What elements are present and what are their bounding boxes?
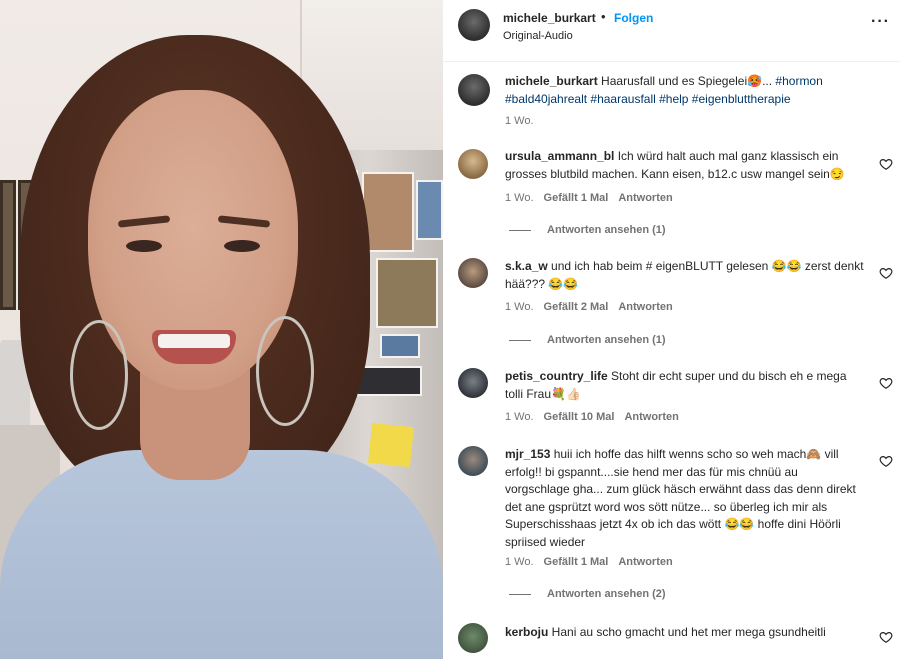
comment-time[interactable]: 1 Wo.	[505, 556, 534, 568]
comment-likes[interactable]: Gefällt 2 Mal	[544, 301, 609, 313]
comment-text: mjr_153 huii ich hoffe das hilft wenns s…	[505, 446, 865, 551]
comment-meta: 1 Wo. Gefällt 1 Mal Antworten	[505, 192, 683, 204]
comment-text: kerboju Hani au scho gmacht und het mer …	[505, 624, 865, 642]
view-replies-label: Antworten ansehen (1)	[547, 334, 666, 346]
view-replies-label: Antworten ansehen (1)	[547, 224, 666, 236]
heart-icon[interactable]	[879, 157, 893, 171]
earring	[256, 316, 314, 426]
comment-avatar[interactable]	[458, 149, 488, 179]
replies-line	[509, 339, 531, 341]
view-replies-label: Antworten ansehen (2)	[547, 588, 666, 600]
reply-button[interactable]: Antworten	[624, 411, 678, 423]
separator-dot: •	[601, 9, 606, 24]
caption-time[interactable]: 1 Wo.	[505, 115, 534, 127]
reply-button[interactable]: Antworten	[618, 301, 672, 313]
earring	[70, 320, 128, 430]
comment-time[interactable]: 1 Wo.	[505, 192, 534, 204]
heart-icon[interactable]	[879, 376, 893, 390]
comment-username[interactable]: s.k.a_w	[505, 259, 548, 273]
caption-body: Haarusfall und es Spiegelei🥵...	[597, 74, 776, 88]
brow	[117, 215, 171, 228]
reply-button[interactable]: Antworten	[618, 556, 672, 568]
eye	[126, 240, 162, 252]
comment-body: und ich hab beim # eigenBLUTT gelesen 😂😂…	[505, 259, 864, 291]
comment-avatar[interactable]	[458, 258, 488, 288]
view-replies-button[interactable]: Antworten ansehen (1)	[509, 224, 666, 236]
reply-button[interactable]: Antworten	[618, 192, 672, 204]
mouth	[152, 330, 236, 364]
fridge-photo	[356, 366, 422, 396]
comment-time[interactable]: 1 Wo.	[505, 301, 534, 313]
video-picture-frame	[0, 180, 16, 310]
fridge-photo	[380, 334, 420, 358]
caption-text: michele_burkart Haarusfall und es Spiege…	[505, 73, 865, 108]
comment-username[interactable]: ursula_ammann_bl	[505, 149, 614, 163]
caption-username[interactable]: michele_burkart	[505, 74, 598, 88]
comment-likes[interactable]: Gefällt 1 Mal	[544, 192, 609, 204]
video-person-shirt	[0, 450, 443, 659]
follow-button[interactable]: Folgen	[614, 11, 653, 25]
author-avatar[interactable]	[458, 9, 490, 41]
comment-text: s.k.a_w und ich hab beim # eigenBLUTT ge…	[505, 258, 865, 293]
comment-body: huii ich hoffe das hilft wenns scho so w…	[505, 447, 856, 549]
post-panel: michele_burkart • Folgen Original-Audio …	[443, 0, 900, 659]
view-replies-button[interactable]: Antworten ansehen (2)	[509, 588, 666, 600]
heart-icon[interactable]	[879, 266, 893, 280]
more-icon[interactable]: ···	[871, 12, 891, 32]
heart-icon[interactable]	[879, 630, 893, 644]
fridge-photo	[416, 180, 443, 240]
comment-likes[interactable]: Gefällt 1 Mal	[544, 556, 609, 568]
replies-line	[509, 229, 531, 231]
eye	[224, 240, 260, 252]
comment-avatar[interactable]	[458, 368, 488, 398]
heart-icon[interactable]	[879, 454, 893, 468]
comment-avatar[interactable]	[458, 623, 488, 653]
comment-meta: 1 Wo. Gefällt 2 Mal Antworten	[505, 301, 683, 313]
caption-meta: 1 Wo.	[505, 115, 544, 127]
author-username[interactable]: michele_burkart	[503, 11, 596, 25]
comment-username[interactable]: kerboju	[505, 625, 548, 639]
fridge-sticky-note	[368, 422, 414, 468]
comment-username[interactable]: mjr_153	[505, 447, 550, 461]
comment-meta: 1 Wo. Gefällt 1 Mal Antworten	[505, 556, 683, 568]
audio-link[interactable]: Original-Audio	[503, 30, 573, 42]
view-replies-button[interactable]: Antworten ansehen (1)	[509, 334, 666, 346]
comment-meta: 1 Wo. Gefällt 10 Mal Antworten	[505, 411, 689, 423]
post-header: michele_burkart • Folgen Original-Audio …	[443, 0, 900, 62]
comment-text: ursula_ammann_bl Ich würd halt auch mal …	[505, 148, 865, 183]
comment-likes[interactable]: Gefällt 10 Mal	[544, 411, 615, 423]
brow	[217, 215, 271, 228]
video-player[interactable]	[0, 0, 443, 659]
caption-avatar[interactable]	[458, 74, 490, 106]
replies-line	[509, 593, 531, 595]
comment-avatar[interactable]	[458, 446, 488, 476]
comment-username[interactable]: petis_country_life	[505, 369, 608, 383]
fridge-photo	[362, 172, 414, 252]
comment-body: Hani au scho gmacht und het mer mega gsu…	[548, 625, 826, 639]
fridge-photo	[376, 258, 438, 328]
comment-text: petis_country_life Stoht dir echt super …	[505, 368, 865, 403]
comment-time[interactable]: 1 Wo.	[505, 411, 534, 423]
